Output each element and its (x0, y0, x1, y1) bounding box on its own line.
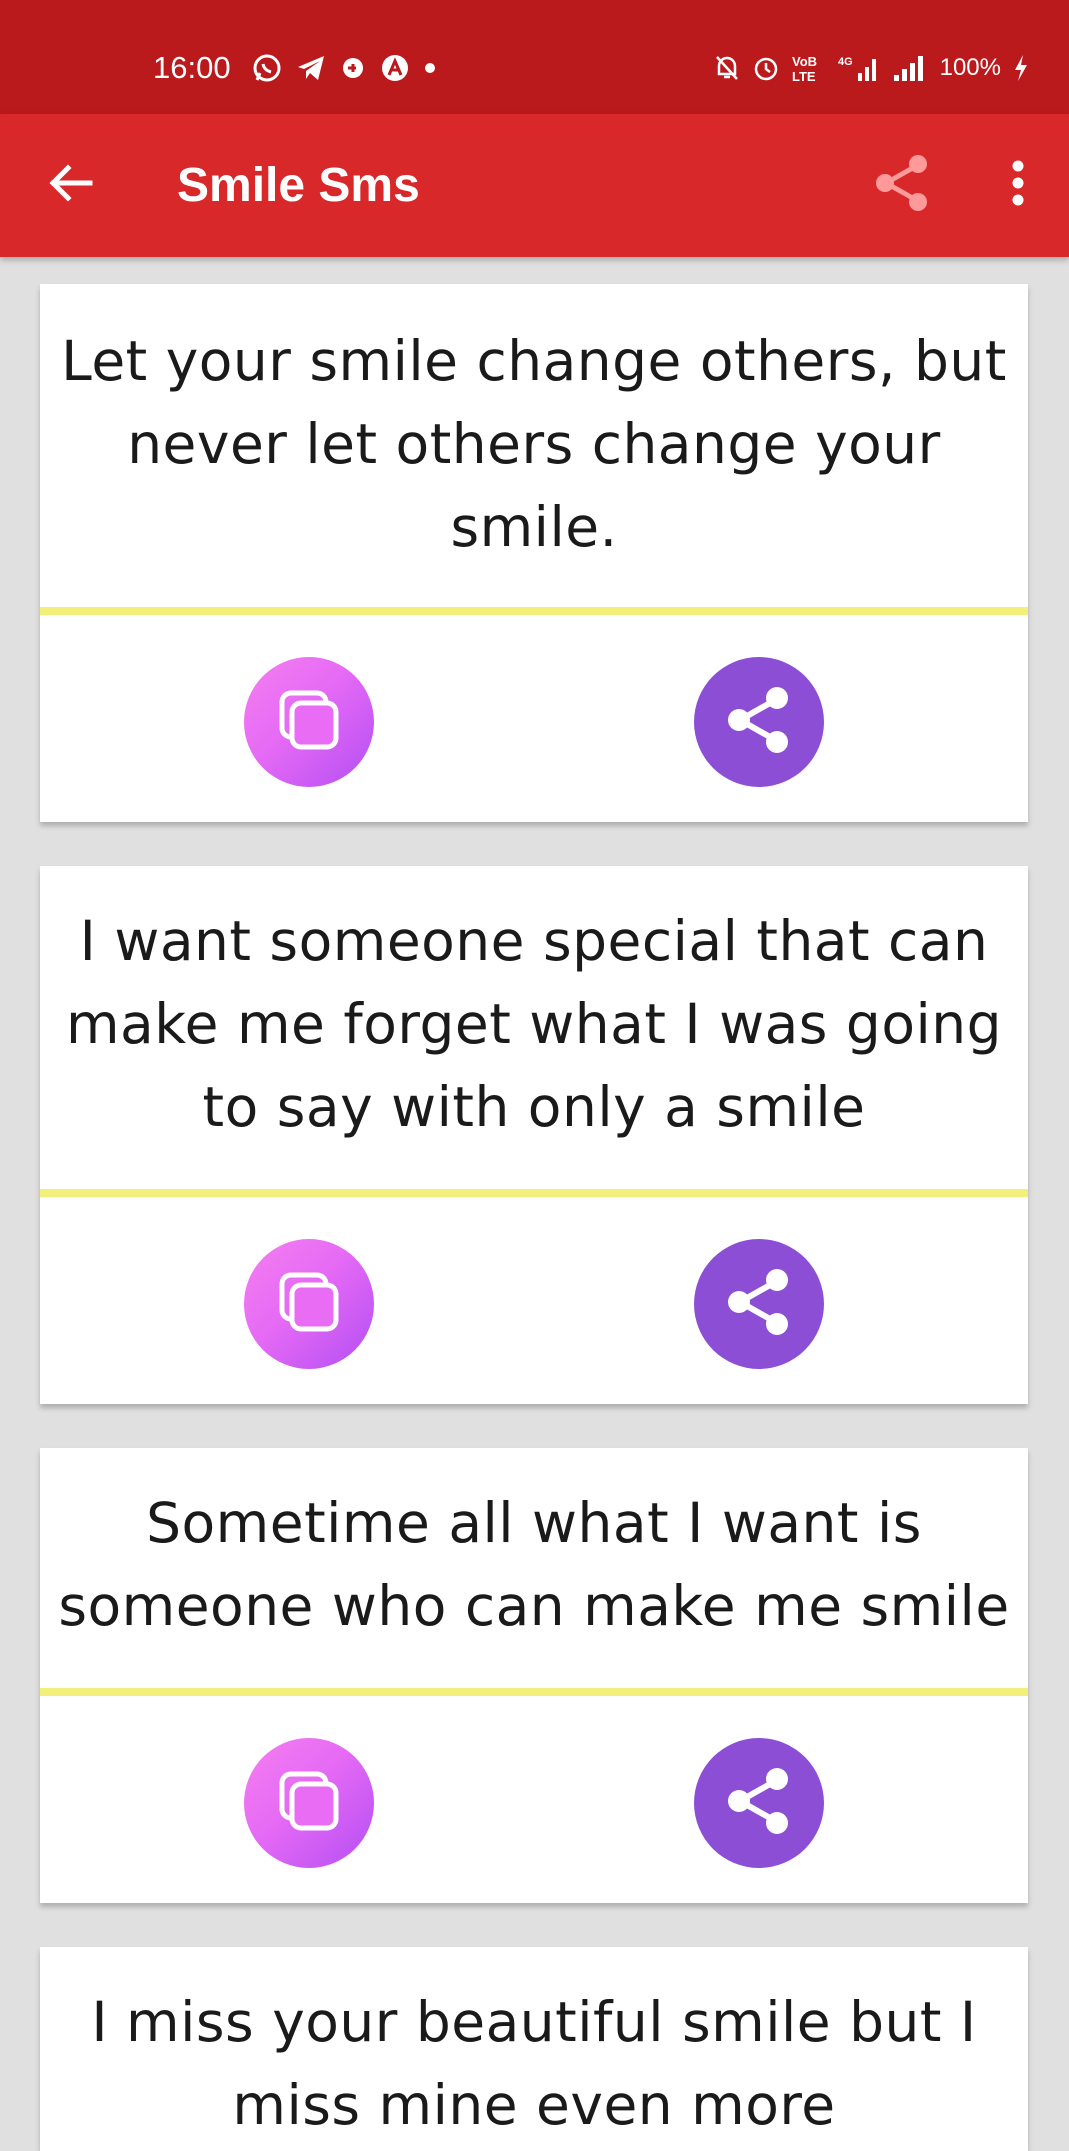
share-icon (871, 152, 933, 218)
share-message-button[interactable] (694, 657, 824, 787)
share-message-button[interactable] (694, 1738, 824, 1868)
card-divider (40, 1189, 1028, 1197)
status-bar: 16:00 VoB LTE 4G 100% (0, 0, 1069, 114)
card-divider (40, 1688, 1028, 1696)
whatsapp-icon (252, 53, 282, 83)
signal-icon (892, 53, 928, 83)
signal-4g-icon: 4G (838, 53, 880, 83)
message-text: I want someone special that can make me … (65, 909, 1003, 1139)
copy-icon (274, 1766, 344, 1840)
page-title: Smile Sms (177, 159, 420, 212)
alert-a-icon (380, 53, 410, 83)
share-icon (722, 1265, 796, 1343)
message-card: I want someone special that can make me … (40, 866, 1028, 1404)
copy-button[interactable] (244, 1239, 374, 1369)
message-card: Sometime all what I want is someone who … (40, 1448, 1028, 1903)
arrow-left-icon (48, 163, 94, 207)
status-right-icons: VoB LTE 4G 100% (714, 49, 1029, 87)
copy-icon (274, 685, 344, 759)
more-vert-icon (1011, 160, 1025, 210)
dot-icon (424, 62, 436, 74)
message-card: Let your smile change others, but never … (40, 284, 1028, 822)
message-text: Let your smile change others, but never … (61, 329, 1007, 559)
share-app-button[interactable] (865, 148, 939, 222)
more-options-button[interactable] (988, 148, 1048, 222)
alarm-icon (752, 54, 780, 82)
status-time: 16:00 (153, 50, 231, 85)
copy-button[interactable] (244, 657, 374, 787)
battery-text: 100% (939, 54, 1001, 81)
copy-icon (274, 1267, 344, 1341)
share-message-button[interactable] (694, 1239, 824, 1369)
telegram-icon (296, 53, 326, 83)
app-bar: Smile Sms (0, 114, 1069, 257)
copy-button[interactable] (244, 1738, 374, 1868)
mute-bell-icon (714, 54, 740, 82)
svg-text:LTE: LTE (792, 69, 816, 83)
message-text: I miss your beautiful smile but I miss m… (91, 1990, 977, 2137)
svg-text:VoB: VoB (792, 54, 817, 69)
status-left-icons (252, 49, 436, 87)
back-button[interactable] (36, 150, 106, 220)
message-text: Sometime all what I want is someone who … (58, 1491, 1010, 1638)
card-divider (40, 607, 1028, 615)
message-card: I miss your beautiful smile but I miss m… (40, 1947, 1028, 2151)
share-icon (722, 683, 796, 761)
volte-icon: VoB LTE (792, 53, 826, 83)
share-icon (722, 1764, 796, 1842)
charging-icon (1013, 53, 1029, 83)
vpn-icon (340, 55, 366, 81)
svg-text:4G: 4G (838, 56, 853, 68)
